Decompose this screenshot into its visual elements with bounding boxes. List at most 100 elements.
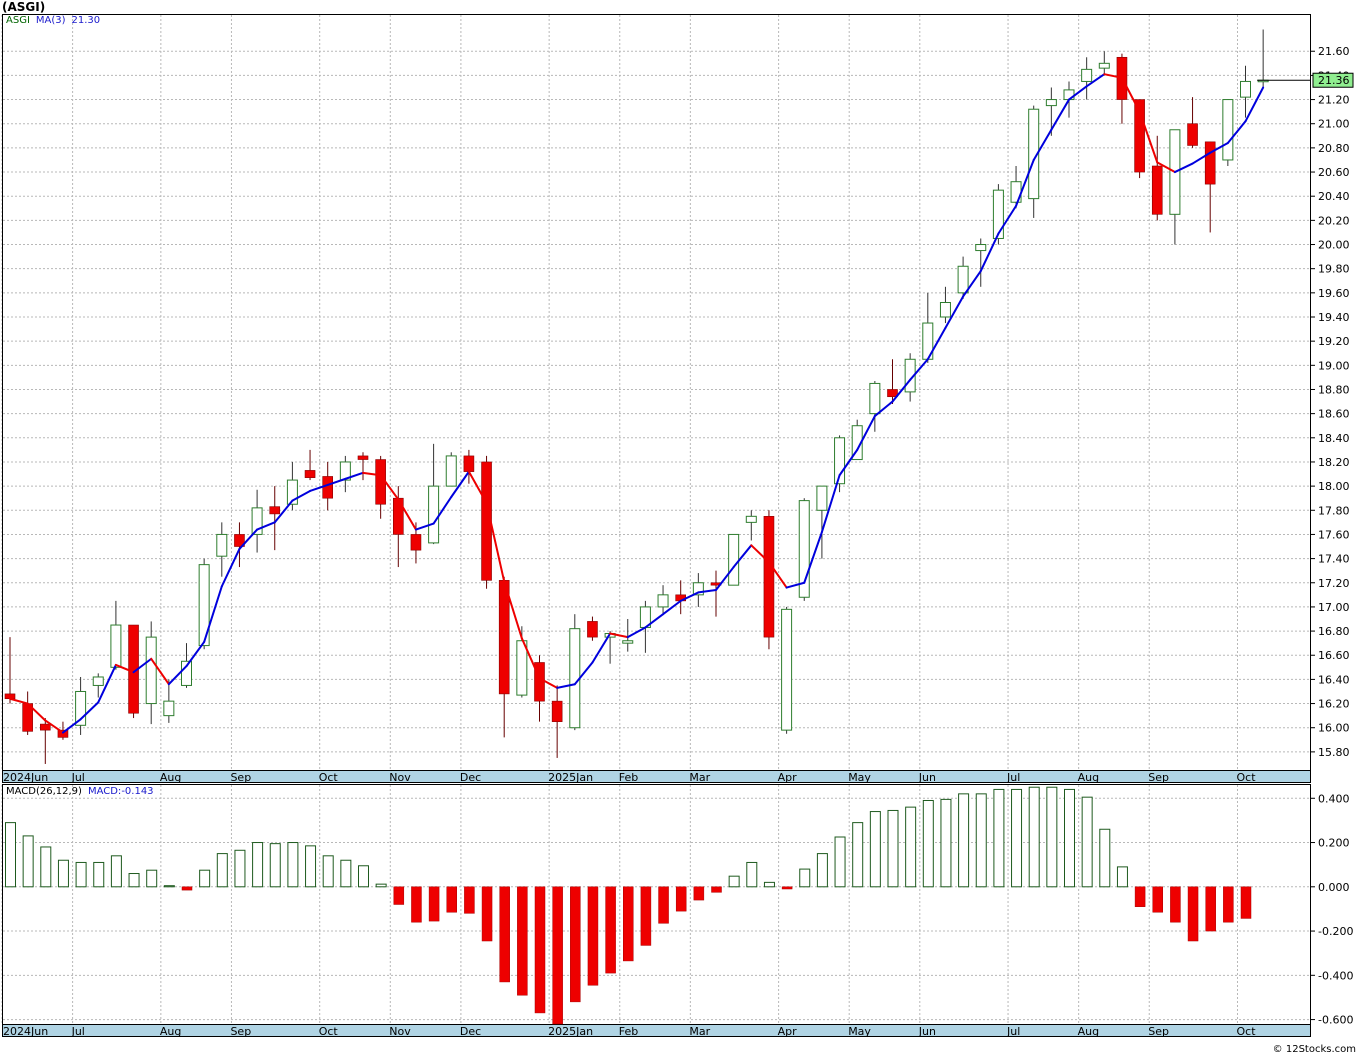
macd-bar <box>305 845 317 888</box>
macd-x-axis-label: Jul <box>71 1025 85 1038</box>
candle-body <box>304 470 316 478</box>
price-y-tick-label: 19.00 <box>1318 359 1350 372</box>
legend-value: 21.30 <box>71 15 101 26</box>
macd-bar <box>1028 786 1040 888</box>
macd-x-axis-label: 2024Jun <box>3 1025 48 1038</box>
x-axis-label: Oct <box>319 771 339 784</box>
candle-body <box>816 485 828 511</box>
ma-segment <box>61 718 82 734</box>
candle-body <box>1151 165 1163 215</box>
x-axis-label: Mar <box>689 771 710 784</box>
candle-body <box>657 594 669 608</box>
price-y-tick-label: 18.20 <box>1318 456 1350 469</box>
price-y-tick-label: 15.80 <box>1318 746 1350 759</box>
macd-bar <box>287 842 299 888</box>
macd-bar <box>993 788 1005 888</box>
macd-bar <box>1046 786 1058 888</box>
macd-legend: MACD(26,12,9) MACD:-0.143 <box>6 786 154 797</box>
candle-body <box>992 189 1004 239</box>
macd-bar <box>658 886 669 924</box>
macd-bar <box>816 853 828 888</box>
macd-bar <box>499 886 510 983</box>
candle-body <box>269 506 281 515</box>
macd-bar <box>428 886 440 922</box>
macd-bar <box>181 886 193 891</box>
chart-title: (ASGI) <box>2 0 46 14</box>
ma-segment <box>591 632 612 664</box>
macd-bar <box>340 859 352 888</box>
candle-body <box>763 516 775 638</box>
macd-bar <box>517 886 528 996</box>
macd-bar <box>1187 886 1199 942</box>
macd-bar <box>905 806 917 888</box>
macd-bar <box>57 859 69 888</box>
macd-bar <box>852 822 864 888</box>
macd-bar <box>1152 886 1163 913</box>
x-axis-label: Apr <box>778 771 798 784</box>
macd-bar <box>252 842 264 888</box>
macd-bar <box>958 793 970 888</box>
ma-segment <box>185 640 206 668</box>
macd-legend-label: MACD: <box>87 786 122 797</box>
candle-body <box>375 459 386 505</box>
x-axis-label: 2024Jun <box>3 771 48 784</box>
ma-segment <box>626 626 647 639</box>
macd-bar <box>570 886 581 1003</box>
macd-x-axis-label: Jul <box>1006 1025 1020 1038</box>
price-y-tick-label: 20.40 <box>1318 190 1350 203</box>
macd-bar <box>975 793 987 888</box>
x-axis-label: May <box>848 771 871 784</box>
macd-x-axis-label: Sep <box>230 1025 251 1038</box>
macd-y-tick-label: -0.200 <box>1318 925 1353 938</box>
macd-bar <box>534 886 546 1014</box>
macd-bar <box>199 869 211 888</box>
candle-body <box>498 580 510 695</box>
price-y-tick-label: 16.20 <box>1318 698 1350 711</box>
macd-y-axis: 0.400 0.200 0.000 -0.200 -0.400 -0.600 <box>1310 792 1353 1027</box>
macd-bar <box>216 853 228 888</box>
price-legend: ASGI MA(3) 21.30 <box>6 15 100 26</box>
macd-bar <box>1099 828 1111 888</box>
macd-bar <box>781 886 793 890</box>
price-y-tick-label: 16.80 <box>1318 625 1350 638</box>
macd-x-axis-label: Aug <box>1078 1025 1099 1038</box>
candle-body <box>957 265 969 294</box>
macd-bar <box>763 881 775 888</box>
macd-x-axis-label: Apr <box>778 1025 798 1038</box>
macd-bar <box>1223 886 1234 923</box>
macd-bar <box>1081 796 1093 888</box>
macd-x-axis-label: Dec <box>460 1025 481 1038</box>
x-axis-label: Feb <box>619 771 638 784</box>
macd-bar <box>711 886 722 893</box>
macd-bar <box>393 886 405 905</box>
macd-y-tick-label: -0.400 <box>1318 969 1353 982</box>
copyright-notice: © 12Stocks.com <box>1272 1044 1356 1055</box>
macd-y-tick-label: -0.600 <box>1318 1014 1353 1027</box>
last-price-label: 21.36 <box>1318 74 1350 87</box>
price-y-tick-label: 17.00 <box>1318 601 1350 614</box>
macd-y-tick-label: 0.000 <box>1318 881 1350 894</box>
candle-body <box>887 389 898 398</box>
macd-y-tick-label: 0.400 <box>1318 792 1350 805</box>
macd-bar <box>869 811 881 888</box>
candle-body <box>216 533 228 557</box>
macd-bar <box>358 865 369 888</box>
candle-body <box>1098 62 1110 69</box>
candle-body <box>569 628 581 729</box>
price-y-tick-label: 21.60 <box>1318 45 1350 58</box>
macd-bar <box>1011 788 1023 888</box>
macd-bar <box>887 809 899 888</box>
x-axis-label: Nov <box>389 771 411 784</box>
candle-body <box>357 455 369 460</box>
gridlines <box>1 15 1310 1024</box>
macd-panel-frame <box>2 784 1311 1025</box>
macd-bar <box>481 886 493 942</box>
x-axis-label: Aug <box>160 771 181 784</box>
x-axis-label: Jul <box>1006 771 1020 784</box>
macd-bar <box>411 886 422 923</box>
candle-body <box>975 244 987 252</box>
ma-segment <box>9 697 29 705</box>
price-y-tick-label: 20.80 <box>1318 142 1350 155</box>
candle-body <box>428 485 440 544</box>
macd-bar <box>375 883 387 888</box>
